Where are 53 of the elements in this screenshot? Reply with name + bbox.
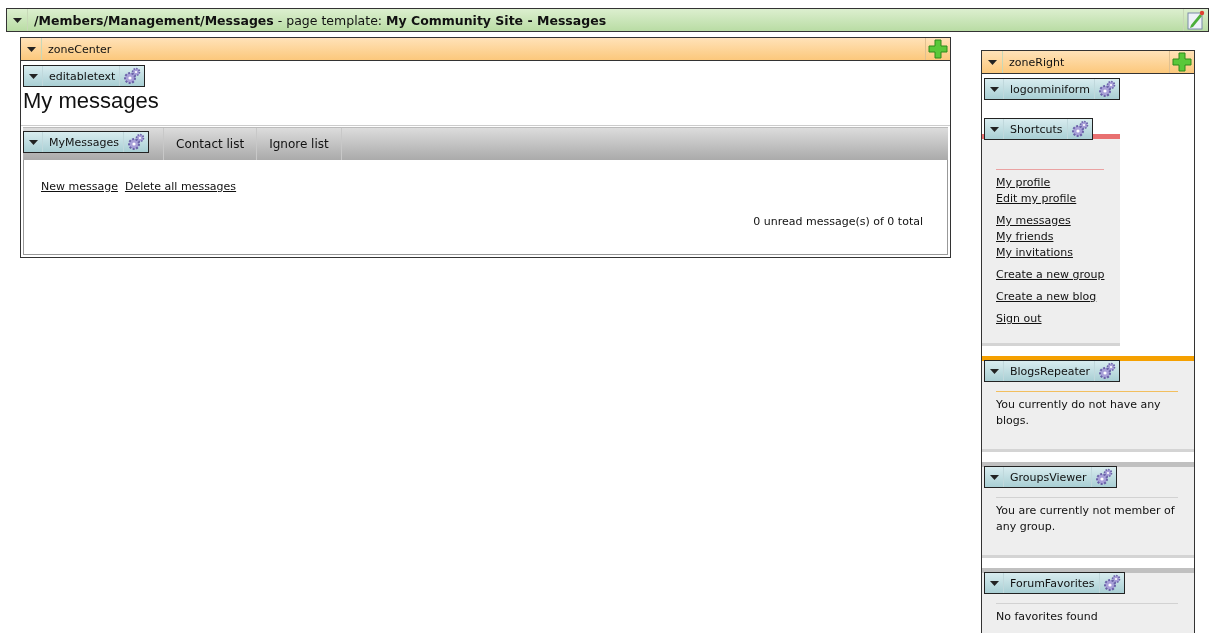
webpart-name: MyMessages bbox=[48, 135, 120, 149]
caret-icon[interactable] bbox=[989, 474, 999, 480]
settings-icon[interactable] bbox=[126, 133, 145, 151]
caret-icon[interactable] bbox=[28, 139, 38, 145]
webpart-name: ForumFavorites bbox=[1009, 576, 1096, 590]
webpart-handle[interactable]: MyMessages bbox=[23, 131, 149, 153]
panel-message: No favorites found bbox=[996, 609, 1099, 625]
caret-icon[interactable] bbox=[989, 580, 999, 586]
page-path: /Members/Management/Messages - page template: My Community Site - Messages bbox=[33, 12, 607, 28]
shortcut-link[interactable]: Edit my profile bbox=[996, 191, 1077, 207]
shortcut-link[interactable]: My profile bbox=[996, 175, 1051, 191]
edit-page-icon[interactable] bbox=[1187, 10, 1205, 30]
tab[interactable]: Ignore list bbox=[257, 128, 342, 160]
settings-icon[interactable] bbox=[123, 67, 142, 85]
action-link[interactable]: New message bbox=[41, 180, 118, 193]
webpart-name: editabletext bbox=[48, 69, 117, 83]
webpart-name: BlogsRepeater bbox=[1009, 364, 1092, 378]
zone-name: zoneRight bbox=[1008, 55, 1065, 69]
shortcut-link[interactable]: Create a new blog bbox=[996, 289, 1097, 305]
shortcut-link[interactable]: Create a new group bbox=[996, 267, 1105, 283]
settings-icon[interactable] bbox=[1102, 574, 1121, 592]
webpart-name: GroupsViewer bbox=[1009, 470, 1088, 484]
webpart-name: Shortcuts bbox=[1009, 122, 1064, 136]
caret-icon[interactable] bbox=[989, 368, 999, 374]
shortcut-link[interactable]: My friends bbox=[996, 229, 1054, 245]
caret-icon[interactable] bbox=[28, 73, 38, 79]
settings-icon[interactable] bbox=[1094, 468, 1113, 486]
caret-icon[interactable] bbox=[26, 46, 36, 52]
webpart-handle[interactable]: GroupsViewer bbox=[984, 466, 1117, 488]
add-icon[interactable] bbox=[928, 39, 948, 59]
caret-icon[interactable] bbox=[987, 59, 997, 65]
webpart-handle[interactable]: Shortcuts bbox=[984, 118, 1093, 140]
shortcut-link[interactable]: My invitations bbox=[996, 245, 1073, 261]
settings-icon[interactable] bbox=[1098, 362, 1117, 380]
webpart-name: logonminiform bbox=[1009, 82, 1091, 96]
caret-icon[interactable] bbox=[989, 86, 999, 92]
caret-icon[interactable] bbox=[12, 17, 22, 23]
webpart-handle[interactable]: BlogsRepeater bbox=[984, 360, 1121, 382]
webpart-handle[interactable]: ForumFavorites bbox=[984, 572, 1125, 594]
shortcut-link[interactable]: My messages bbox=[996, 213, 1071, 229]
message-summary: 0 unread message(s) of 0 total bbox=[753, 215, 923, 228]
settings-icon[interactable] bbox=[1097, 80, 1116, 98]
add-icon[interactable] bbox=[1172, 52, 1192, 72]
webpart-handle[interactable]: editabletext bbox=[23, 65, 146, 87]
webpart-handle[interactable]: logonminiform bbox=[984, 78, 1120, 100]
shortcut-link[interactable]: Sign out bbox=[996, 311, 1042, 327]
settings-icon[interactable] bbox=[1070, 120, 1089, 138]
action-link[interactable]: Delete all messages bbox=[124, 180, 237, 193]
panel-message: You are currently not member of any group. bbox=[996, 503, 1176, 535]
zone-name: zoneCenter bbox=[47, 42, 112, 56]
tab[interactable]: Contact list bbox=[164, 128, 258, 160]
caret-icon[interactable] bbox=[989, 126, 999, 132]
panel-message: You currently do not have any blogs. bbox=[996, 397, 1162, 429]
